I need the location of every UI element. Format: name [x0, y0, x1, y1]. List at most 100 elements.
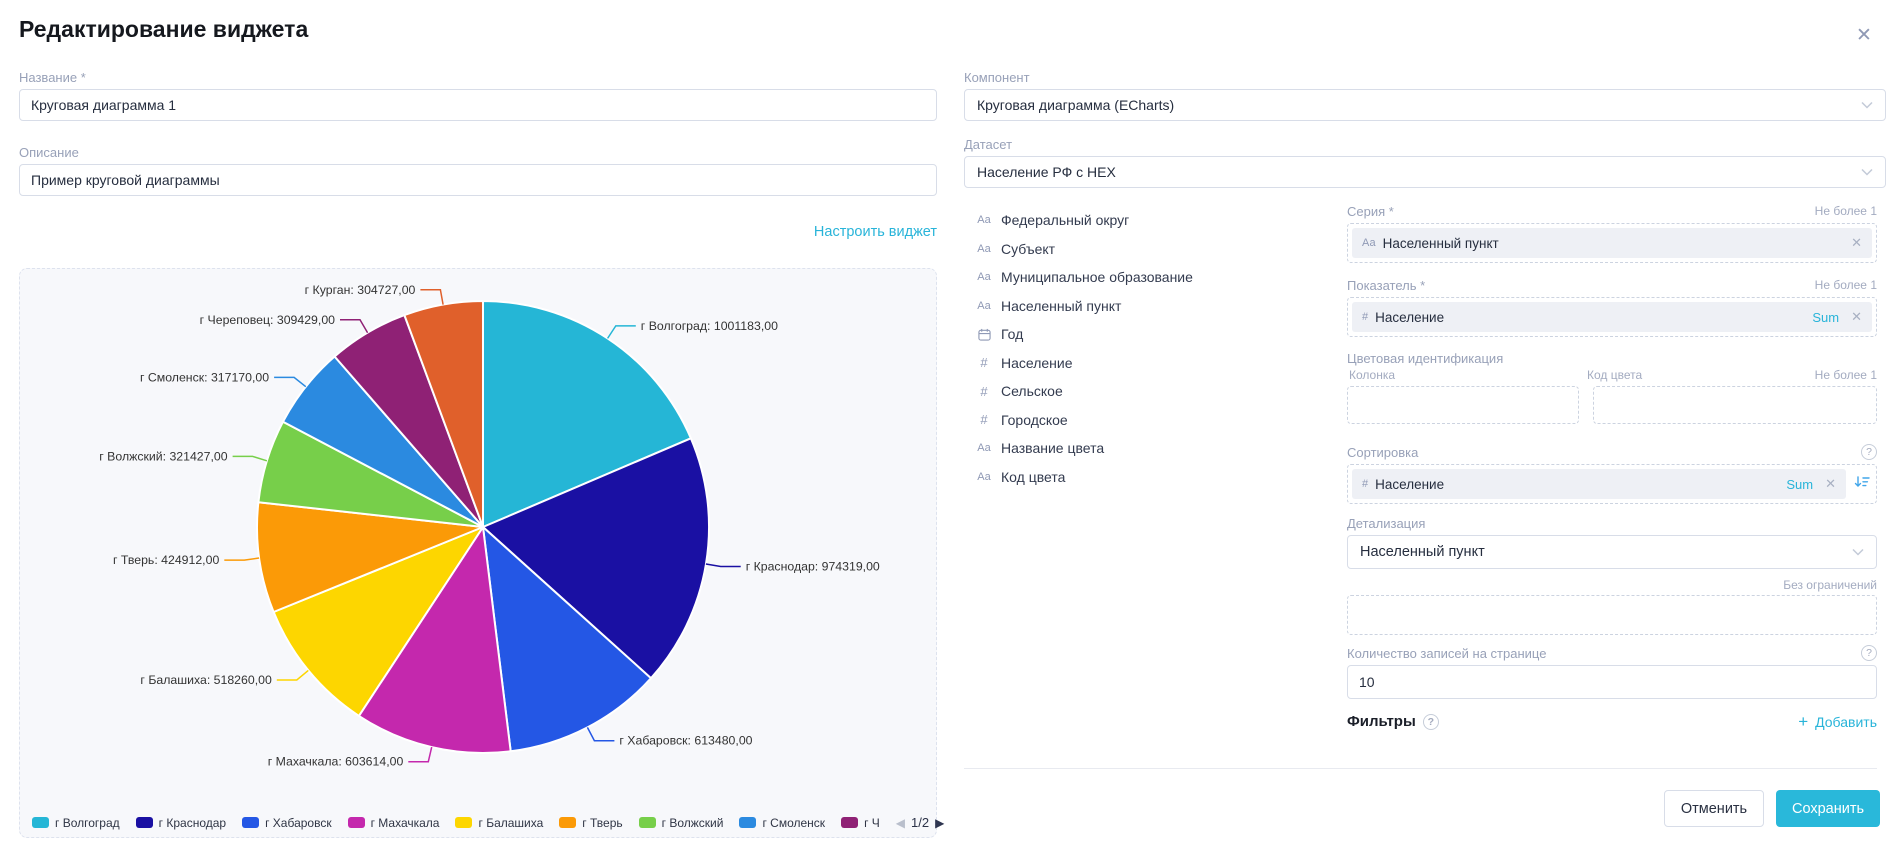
number-type-icon: # — [974, 384, 994, 399]
add-filter-button[interactable]: + Добавить — [1798, 713, 1877, 730]
remove-icon[interactable]: ✕ — [1851, 309, 1862, 325]
measure-chip[interactable]: # Население Sum ✕ — [1352, 302, 1872, 332]
color-limit-hint: Не более 1 — [1815, 368, 1877, 382]
series-limit-hint: Не более 1 — [1815, 204, 1877, 218]
remove-icon[interactable]: ✕ — [1825, 476, 1836, 492]
legend-item[interactable]: г Махачкала — [348, 816, 440, 830]
pie-label-leader — [224, 558, 259, 560]
legend-label: г Волгоград — [55, 816, 120, 830]
sort-direction-icon[interactable] — [1852, 475, 1872, 494]
legend-item[interactable]: г Балашиха — [455, 816, 543, 830]
pie-chart[interactable]: г Волгоград: 1001183,00г Краснодар: 9743… — [20, 269, 936, 801]
field-item[interactable]: # Население — [974, 349, 1334, 378]
measure-label: Показатель * — [1347, 278, 1425, 293]
sorting-chip-label: Население — [1375, 477, 1444, 492]
pie-label-leader — [706, 564, 741, 567]
pie-label-leader — [340, 320, 368, 333]
filters-label: Фильтры — [1347, 713, 1416, 730]
field-item[interactable]: Аа Населенный пункт — [974, 292, 1334, 321]
detail-select[interactable]: Населенный пункт — [1347, 535, 1877, 569]
text-type-icon: Аа — [974, 471, 994, 483]
legend-item[interactable]: г Волжский — [639, 816, 724, 830]
description-input[interactable] — [19, 164, 937, 196]
number-type-icon: # — [1362, 311, 1368, 323]
widget-form-pane: Название * Описание Настроить виджет — [19, 70, 937, 241]
field-item-label: Субъект — [1001, 241, 1055, 257]
dataset-select[interactable]: Население РФ с HEX — [964, 156, 1886, 188]
help-icon[interactable]: ? — [1861, 444, 1877, 460]
legend-label: г Волжский — [662, 816, 724, 830]
name-input[interactable] — [19, 89, 937, 121]
extra-dropzone[interactable] — [1347, 595, 1877, 635]
chevron-down-icon — [1861, 101, 1873, 109]
text-type-icon: Аа — [974, 243, 994, 255]
pie-label-leader — [277, 670, 309, 680]
pie-label: г Волжский: 321427,00 — [99, 449, 227, 463]
legend-swatch — [32, 817, 49, 828]
field-item[interactable]: АаНазвание цвета — [974, 434, 1334, 463]
description-label: Описание — [19, 145, 937, 160]
pie-label-leader — [274, 377, 306, 386]
chart-panel: г Волгоград: 1001183,00г Краснодар: 9743… — [19, 268, 937, 838]
color-column-label: Колонка — [1347, 368, 1587, 382]
aggregation-badge[interactable]: Sum — [1786, 477, 1813, 492]
color-column-dropzone[interactable] — [1347, 386, 1579, 424]
pie-label-leader — [233, 456, 267, 460]
footer-divider — [964, 768, 1877, 769]
pie-label: г Балашиха: 518260,00 — [140, 673, 272, 687]
legend-swatch — [739, 817, 756, 828]
pie-label: г Махачкала: 603614,00 — [268, 755, 404, 769]
series-chip-label: Населенный пункт — [1383, 236, 1499, 251]
color-ident-label: Цветовая идентификация — [1347, 351, 1877, 366]
legend-page-indicator: 1/2 — [911, 815, 929, 830]
legend-item[interactable]: г Тверь — [559, 816, 622, 830]
field-item-label: Населенный пункт — [1001, 298, 1121, 314]
aggregation-badge[interactable]: Sum — [1812, 310, 1839, 325]
pie-label-leader — [420, 290, 443, 305]
help-icon[interactable]: ? — [1861, 645, 1877, 661]
chevron-down-icon — [1861, 168, 1873, 176]
sorting-chip[interactable]: # Население Sum ✕ — [1352, 469, 1846, 499]
number-type-icon: # — [974, 355, 994, 370]
pie-label: г Череповец: 309429,00 — [200, 313, 336, 327]
legend-label: г Смоленск — [762, 816, 825, 830]
legend-label: г Балашиха — [478, 816, 543, 830]
save-button[interactable]: Сохранить — [1776, 790, 1880, 827]
sorting-label: Сортировка — [1347, 445, 1418, 460]
help-icon[interactable]: ? — [1423, 714, 1439, 730]
legend-label: г Тверь — [582, 816, 622, 830]
legend-swatch — [136, 817, 153, 828]
component-value: Круговая диаграмма (ECharts) — [977, 97, 1174, 113]
legend-item[interactable]: г Волгоград — [32, 816, 120, 830]
legend-next-icon[interactable]: ▶ — [935, 816, 944, 830]
sorting-dropzone[interactable]: # Население Sum ✕ — [1347, 464, 1877, 504]
color-code-dropzone[interactable] — [1593, 386, 1877, 424]
field-item-label: Сельское — [1001, 383, 1063, 399]
cancel-button[interactable]: Отменить — [1664, 790, 1764, 827]
component-select[interactable]: Круговая диаграмма (ECharts) — [964, 89, 1886, 121]
series-chip[interactable]: Аа Населенный пункт ✕ — [1352, 228, 1872, 258]
field-item[interactable]: АаКод цвета — [974, 463, 1334, 492]
remove-icon[interactable]: ✕ — [1851, 235, 1862, 251]
field-item[interactable]: # Сельское — [974, 377, 1334, 406]
text-type-icon: Аа — [974, 300, 994, 312]
legend-item[interactable]: г Хабаровск — [242, 816, 332, 830]
field-item[interactable]: Аа Субъект — [974, 235, 1334, 264]
legend-item[interactable]: г Смоленск — [739, 816, 825, 830]
page-size-input[interactable] — [1347, 665, 1877, 699]
field-item-label: Название цвета — [1001, 440, 1104, 456]
configure-widget-link[interactable]: Настроить виджет — [814, 224, 937, 240]
field-item[interactable]: АаМуниципальное образование — [974, 263, 1334, 292]
field-item-label: Население — [1001, 355, 1073, 371]
field-item[interactable]: Год — [974, 320, 1334, 349]
measure-dropzone[interactable]: # Население Sum ✕ — [1347, 297, 1877, 337]
series-dropzone[interactable]: Аа Населенный пункт ✕ — [1347, 223, 1877, 263]
legend-item[interactable]: г Ч — [841, 816, 880, 830]
legend-prev-icon[interactable]: ◀ — [896, 816, 905, 830]
field-item[interactable]: АаФедеральный округ — [974, 206, 1334, 235]
field-item[interactable]: #Городское — [974, 406, 1334, 435]
pie-label: г Смоленск: 317170,00 — [140, 370, 269, 384]
legend-item[interactable]: г Краснодар — [136, 816, 226, 830]
legend-label: г Хабаровск — [265, 816, 332, 830]
number-type-icon: # — [1362, 478, 1368, 490]
